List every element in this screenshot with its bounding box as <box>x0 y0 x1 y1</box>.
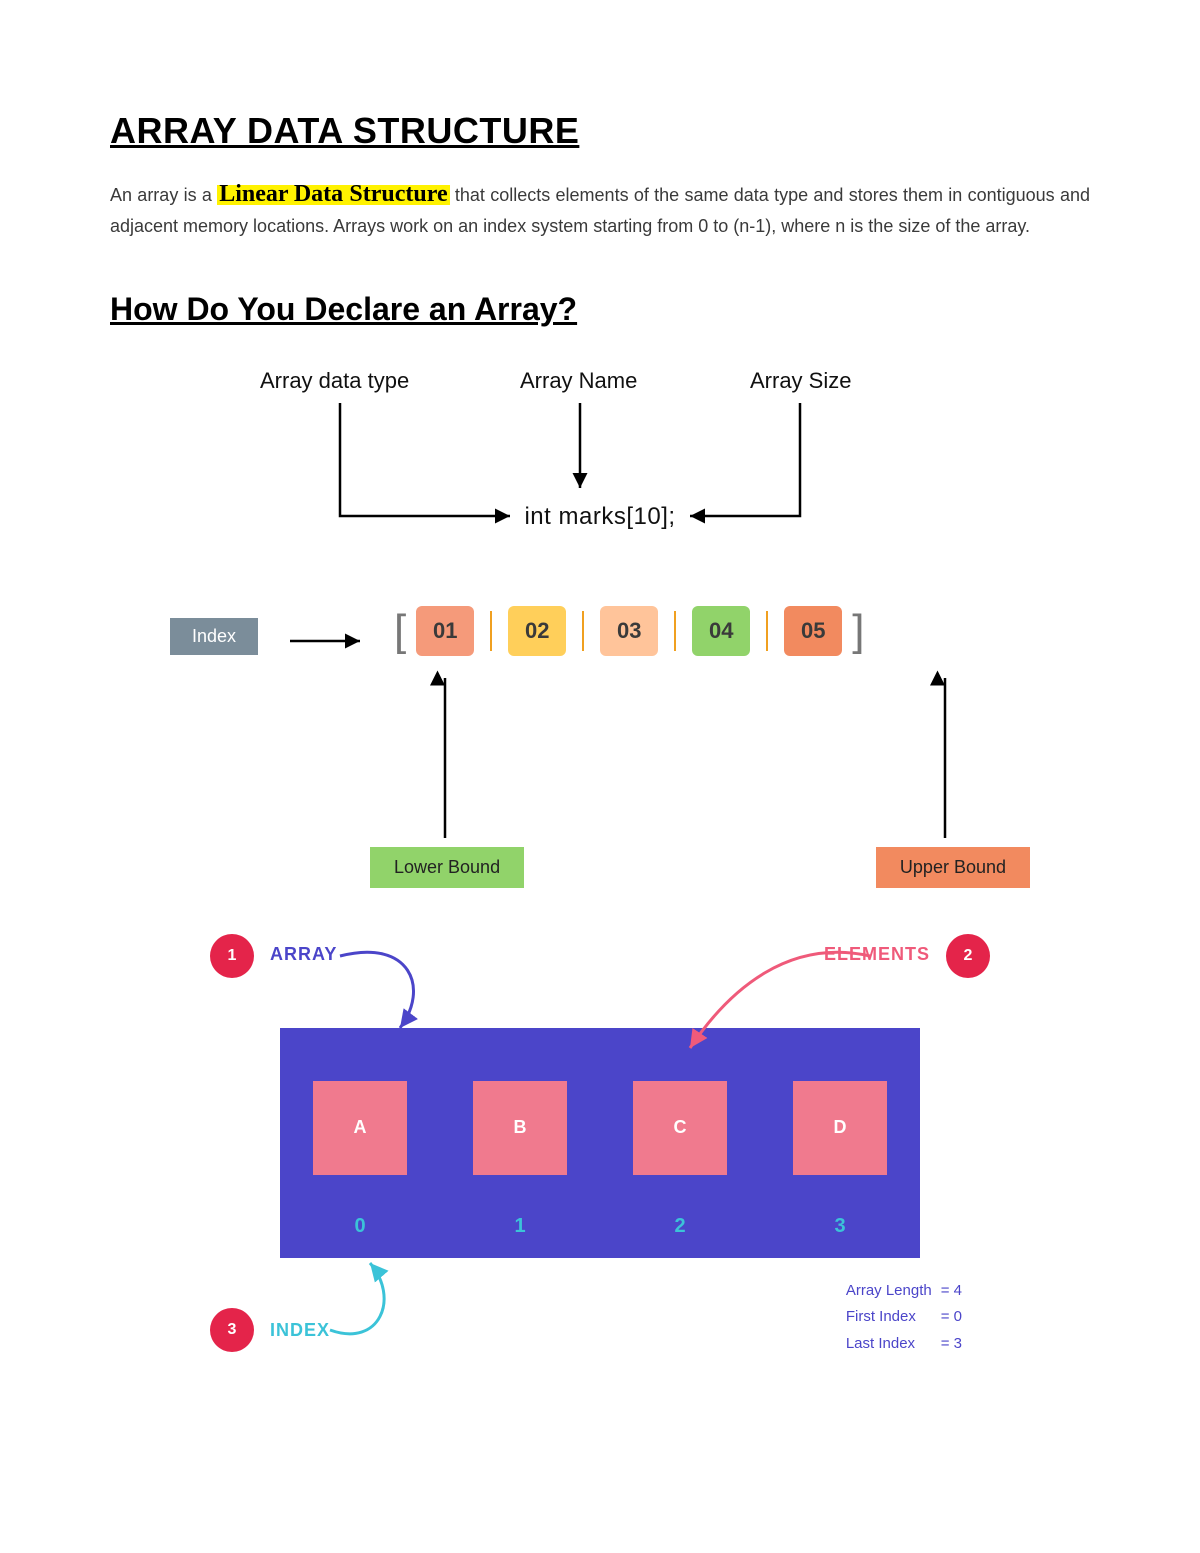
page-title: ARRAY DATA STRUCTURE <box>110 110 1090 152</box>
caption-array: ARRAY <box>270 944 337 965</box>
stat-last-label: Last Index <box>845 1332 933 1357</box>
bound-arrows-icon <box>170 598 1030 888</box>
badge-elements-circle: 2 <box>946 934 990 978</box>
stat-first-value: = 0 <box>935 1305 968 1330</box>
intro-pre: An array is a <box>110 185 217 205</box>
index-row-diagram: Index [ 01 02 03 04 05 ] <box>170 598 1030 888</box>
array-element-a: A <box>313 1081 407 1175</box>
caption-index: INDEX <box>270 1320 330 1341</box>
badge-index-circle: 3 <box>210 1308 254 1352</box>
intro-highlight-ds: Data Structure <box>294 181 448 207</box>
badge-array-circle: 1 <box>210 934 254 978</box>
index-value-0: 0 <box>313 1215 407 1238</box>
stat-first-label: First Index <box>845 1305 933 1330</box>
array-visual-diagram: 1 2 3 ARRAY ELEMENTS INDEX A B C D 0 1 2… <box>170 928 1030 1368</box>
caption-elements: ELEMENTS <box>824 944 930 965</box>
document-page: ARRAY DATA STRUCTURE An array is a Linea… <box>0 0 1200 1448</box>
section-subtitle: How Do You Declare an Array? <box>110 291 1090 328</box>
lower-bound-label: Lower Bound <box>370 847 524 888</box>
stat-last-value: = 3 <box>935 1332 968 1357</box>
index-value-1: 1 <box>473 1215 567 1238</box>
index-row: 0 1 2 3 <box>280 1203 920 1258</box>
array-element-b: B <box>473 1081 567 1175</box>
upper-bound-label: Upper Bound <box>876 847 1030 888</box>
stat-length-label: Array Length <box>845 1279 933 1304</box>
array-stats: Array Length = 4 First Index = 0 Last In… <box>843 1277 970 1359</box>
intro-highlight-linear: Linear <box>219 181 288 207</box>
index-value-2: 2 <box>633 1215 727 1238</box>
intro-paragraph: An array is a Linear Data Structure that… <box>110 176 1090 241</box>
index-value-3: 3 <box>793 1215 887 1238</box>
array-block: A B C D 0 1 2 3 <box>280 1028 920 1258</box>
array-element-d: D <box>793 1081 887 1175</box>
declaration-diagram: Array data type Array Name Array Size in… <box>220 368 980 568</box>
array-element-c: C <box>633 1081 727 1175</box>
elements-row: A B C D <box>280 1028 920 1203</box>
declaration-arrows-icon <box>220 368 980 568</box>
stat-length-value: = 4 <box>935 1279 968 1304</box>
